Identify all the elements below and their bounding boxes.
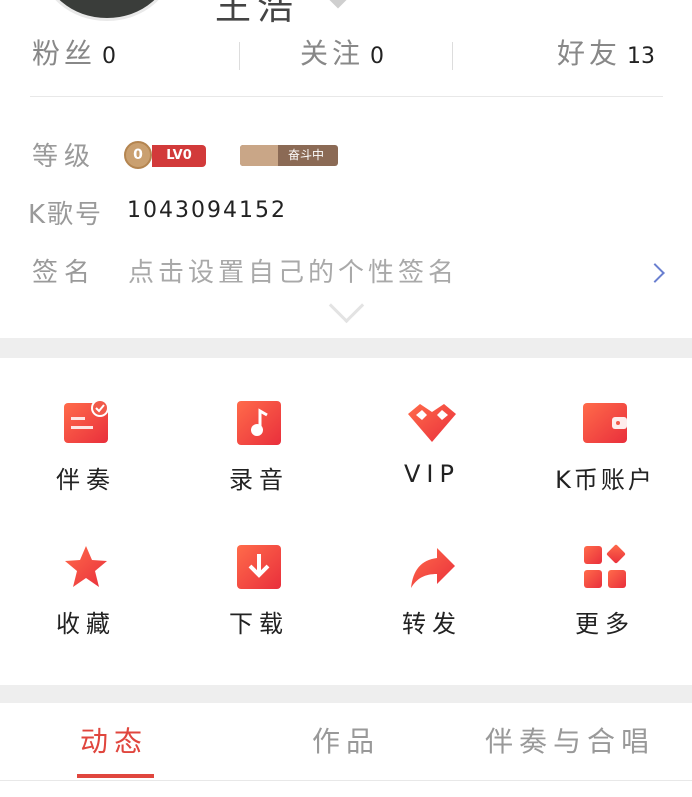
level-label: 等级 [32,142,97,172]
section-separator [0,338,692,358]
kge-id-value: 1043094152 [127,198,287,223]
level-badge[interactable]: LV0 [152,145,206,167]
grid-item-label: VIP [404,460,460,488]
stat-fans[interactable]: 粉丝 0 [32,32,116,72]
active-tab-indicator [77,774,154,778]
more-icon [582,544,628,590]
avatar[interactable] [40,0,174,21]
diamond-icon [329,0,347,9]
rank-badge[interactable]: 奋斗中 [240,145,338,166]
chevron-right-icon[interactable] [645,263,665,283]
stat-friends[interactable]: 好友 13 [557,32,655,72]
stat-following-value: 0 [370,44,385,69]
stat-fans-label: 粉丝 [32,37,97,70]
share-icon [409,544,455,590]
stat-following-label: 关注 [300,37,365,70]
grid-item-share[interactable]: 转发 [346,544,518,639]
divider [30,96,663,97]
accompaniment-icon [63,399,109,446]
grid-item-label: K币账户 [555,466,655,494]
username: 王浩 [215,0,300,28]
rank-badge-label: 奋斗中 [287,148,324,162]
stat-following[interactable]: 关注 0 [300,32,384,72]
divider [0,780,692,781]
stat-fans-value: 0 [102,44,117,69]
wallet-icon [582,400,628,446]
kge-id-label: K歌号 [28,200,104,230]
grid-item-label: 伴奏 [56,466,116,494]
star-icon [63,544,109,590]
divider [239,42,240,70]
recording-icon [236,400,282,446]
signature-placeholder[interactable]: 点击设置自己的个性签名 [128,252,458,289]
grid-item-label: 录音 [229,466,289,494]
level-coin-icon: 0 [124,141,152,169]
grid-item-label: 转发 [402,610,462,638]
tab-feed[interactable]: 动态 [80,720,148,760]
stat-friends-value: 13 [627,44,656,69]
chevron-down-icon[interactable] [328,287,365,324]
grid-item-download[interactable]: 下载 [173,544,345,639]
grid-item-vip[interactable]: VIP [346,400,518,488]
section-separator [0,685,692,703]
vip-icon [406,400,458,446]
divider [452,42,453,70]
grid-item-recording[interactable]: 录音 [173,400,345,495]
grid-item-favorites[interactable]: 收藏 [0,544,172,639]
grid-item-label: 收藏 [56,610,116,638]
grid-item-label: 更多 [575,610,635,638]
grid-item-wallet[interactable]: K币账户 [519,400,691,495]
stat-friends-label: 好友 [557,37,622,70]
tab-accompaniment-chorus[interactable]: 伴奏与合唱 [485,720,655,760]
download-icon [236,544,282,590]
grid-item-more[interactable]: 更多 [519,544,691,639]
grid-item-label: 下载 [229,610,289,638]
tab-works[interactable]: 作品 [312,720,380,760]
signature-label: 签名 [32,258,97,288]
grid-item-accompaniment[interactable]: 伴奏 [0,399,172,495]
